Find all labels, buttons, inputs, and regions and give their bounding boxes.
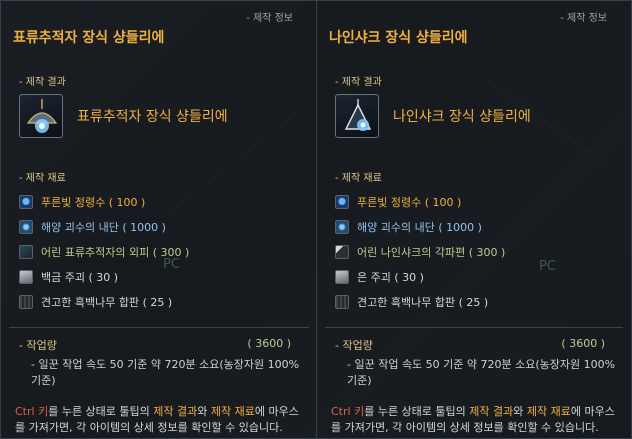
ctrl-hint-text: Ctrl 키를 누른 상태로 툴팁의 제작 결과와 제작 재료에 마우스를 가져…	[331, 404, 623, 436]
material-label: 해양 괴수의 내단 ( 1000 )	[41, 220, 166, 234]
materials-list: 푸른빛 정령수 ( 100 ) 해양 괴수의 내단 ( 1000 ) 어린 표류…	[19, 189, 299, 314]
material-item[interactable]: 푸른빛 정령수 ( 100 )	[335, 189, 615, 214]
pc-watermark: PC	[539, 259, 556, 274]
material-label: 견고한 흑백나무 합판 ( 25 )	[357, 295, 489, 309]
hide-icon	[19, 244, 33, 259]
crafting-tooltip-right: - 제작 정보 나인샤크 장식 샹들리에 - 제작 결과 나인샤크 장식 샹들리…	[316, 0, 632, 439]
material-item[interactable]: 어린 나인샤크의 각파편 ( 300 )	[335, 239, 615, 264]
material-item[interactable]: 해양 괴수의 내단 ( 1000 )	[335, 214, 615, 239]
hint-part: 와	[513, 405, 527, 418]
material-label: 은 주괴 ( 30 )	[357, 270, 424, 284]
result-item[interactable]: 표류추적자 장식 샹들리에	[19, 94, 228, 138]
tooltip-header-tag: - 제작 정보	[560, 13, 607, 24]
material-label: 견고한 흑백나무 합판 ( 25 )	[41, 295, 173, 309]
crafting-tooltip-left: - 제작 정보 표류추적자 장식 샹들리에 - 제작 결과 표류추적자 장식 샹…	[0, 0, 318, 439]
material-item[interactable]: 은 주괴 ( 30 )	[335, 264, 615, 289]
chandelier-icon	[335, 94, 379, 138]
result-section-label: - 제작 결과	[19, 77, 66, 88]
hint-highlight: 제작 결과	[469, 405, 514, 418]
materials-list: 푸른빛 정령수 ( 100 ) 해양 괴수의 내단 ( 1000 ) 어린 나인…	[335, 189, 615, 314]
sea-monster-core-icon	[19, 219, 33, 234]
ctrl-key-label: Ctrl 키	[331, 405, 365, 418]
ctrl-key-label: Ctrl 키	[15, 405, 49, 418]
pc-watermark: PC	[163, 257, 180, 272]
materials-section-label: - 제작 재료	[335, 173, 382, 184]
material-item[interactable]: 푸른빛 정령수 ( 100 )	[19, 189, 299, 214]
plank-icon	[335, 294, 349, 309]
result-item-name: 표류추적자 장식 샹들리에	[77, 109, 228, 125]
divider	[325, 327, 623, 328]
tooltip-title: 표류추적자 장식 샹들리에	[13, 30, 165, 46]
water-vial-icon	[335, 194, 349, 209]
ctrl-hint-text: Ctrl 키를 누른 상태로 툴팁의 제작 결과와 제작 재료에 마우스를 가져…	[15, 404, 307, 436]
result-item-name: 나인샤크 장식 샹들리에	[393, 109, 531, 125]
plank-icon	[19, 294, 33, 309]
material-label: 푸른빛 정령수 ( 100 )	[357, 195, 462, 209]
claw-fragment-icon	[335, 244, 349, 259]
result-section-label: - 제작 결과	[335, 77, 382, 88]
hint-highlight: 제작 재료	[210, 405, 255, 418]
materials-section-label: - 제작 재료	[19, 173, 66, 184]
result-item[interactable]: 나인샤크 장식 샹들리에	[335, 94, 531, 138]
tooltip-title: 나인샤크 장식 샹들리에	[329, 30, 468, 46]
hint-highlight: 제작 결과	[153, 405, 198, 418]
tooltip-header-tag: - 제작 정보	[246, 13, 293, 24]
sea-monster-core-icon	[335, 219, 349, 234]
material-item[interactable]: 어린 표류추적자의 외피 ( 300 )	[19, 239, 299, 264]
hint-part: 와	[197, 405, 211, 418]
material-item[interactable]: 견고한 흑백나무 합판 ( 25 )	[19, 289, 299, 314]
divider	[9, 327, 309, 328]
work-amount-value: ( 3600 )	[247, 337, 291, 350]
material-label: 백금 주괴 ( 30 )	[41, 270, 119, 284]
hint-highlight: 제작 재료	[526, 405, 571, 418]
material-item[interactable]: 견고한 흑백나무 합판 ( 25 )	[335, 289, 615, 314]
ingot-icon	[19, 269, 33, 284]
material-item[interactable]: 해양 괴수의 내단 ( 1000 )	[19, 214, 299, 239]
material-label: 해양 괴수의 내단 ( 1000 )	[357, 220, 482, 234]
material-label: 어린 나인샤크의 각파편 ( 300 )	[357, 245, 506, 259]
hint-part: 를 누른 상태로 툴팁의	[364, 405, 470, 418]
work-amount-label: - 작업량	[335, 339, 373, 352]
material-item[interactable]: 백금 주괴 ( 30 )	[19, 264, 299, 289]
ingot-icon	[335, 269, 349, 284]
hint-part: 를 누른 상태로 툴팁의	[48, 405, 154, 418]
water-vial-icon	[19, 194, 33, 209]
work-description: - 일꾼 작업 속도 50 기준 약 720분 소요(농장자원 100% 기준)	[31, 358, 300, 387]
chandelier-icon	[19, 94, 63, 138]
material-label: 푸른빛 정령수 ( 100 )	[41, 195, 146, 209]
work-amount-value: ( 3600 )	[561, 337, 605, 350]
work-amount-label: - 작업량	[19, 339, 57, 352]
work-description: - 일꾼 작업 속도 50 기준 약 720분 소요(농장자원 100% 기준)	[347, 358, 616, 387]
